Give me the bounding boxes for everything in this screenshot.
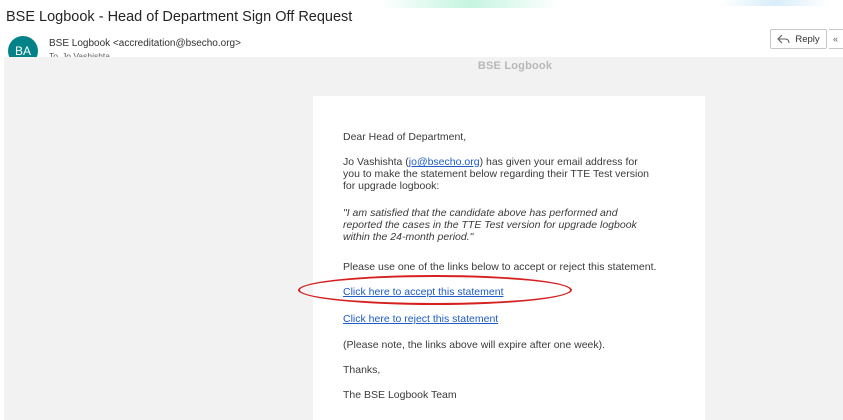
intro-name: Jo Vashishta ( bbox=[343, 156, 409, 168]
reply-button[interactable]: Reply bbox=[770, 29, 827, 49]
intro-line-2: you to make the statement below regardin… bbox=[343, 168, 650, 180]
intro-line-3: for upgrade logbook: bbox=[343, 180, 440, 192]
reply-all-icon: « bbox=[833, 34, 839, 44]
decorative-glow bbox=[720, 0, 830, 6]
quote-line-2: reported the cases in the TTE Test versi… bbox=[343, 219, 637, 231]
reject-statement-link[interactable]: Click here to reject this statement bbox=[343, 313, 498, 325]
highlight-circle bbox=[298, 275, 572, 305]
expiry-note: (Please note, the links above will expir… bbox=[343, 339, 606, 351]
email-reading-pane: BSE Logbook - Head of Department Sign Of… bbox=[0, 0, 843, 420]
reply-all-button[interactable]: « bbox=[829, 29, 843, 49]
candidate-email-link[interactable]: jo@bsecho.org bbox=[409, 156, 480, 168]
quote-line-3: within the 24-month period." bbox=[343, 231, 474, 243]
sender-address[interactable]: BSE Logbook <accreditation@bsecho.org> bbox=[49, 38, 241, 49]
greeting: Dear Head of Department, bbox=[343, 131, 467, 143]
signature: The BSE Logbook Team bbox=[343, 389, 457, 401]
thanks-text: Thanks, bbox=[343, 364, 381, 376]
reply-label: Reply bbox=[795, 33, 820, 45]
reply-icon bbox=[777, 34, 790, 44]
decorative-glow bbox=[380, 0, 560, 8]
statement-quote: "I am satisfied that the candidate above… bbox=[343, 207, 683, 243]
instruction-text: Please use one of the links below to acc… bbox=[343, 261, 657, 273]
intro-paragraph: Jo Vashishta (jo@bsecho.org) has given y… bbox=[343, 156, 683, 192]
email-subject: BSE Logbook - Head of Department Sign Of… bbox=[6, 9, 353, 25]
intro-rest: ) has given your email address for bbox=[479, 156, 638, 168]
quote-line-1: "I am satisfied that the candidate above… bbox=[343, 207, 618, 219]
banner-title: BSE Logbook bbox=[477, 60, 553, 72]
